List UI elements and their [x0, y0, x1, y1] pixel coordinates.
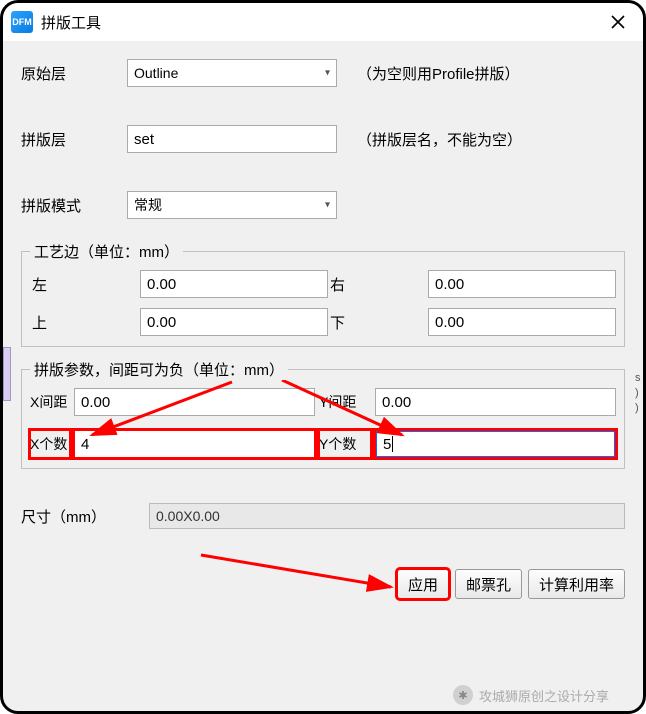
- label-edge-right: 右: [328, 274, 428, 295]
- input-y-count-value: 5: [383, 436, 391, 453]
- legend-panel-params: 拼版参数，间距可为负（单位：mm）: [30, 359, 288, 380]
- input-x-gap-value: 0.00: [81, 394, 110, 411]
- wechat-icon: ✱: [453, 685, 473, 705]
- button-bar: 应用 邮票孔 计算利用率: [21, 569, 625, 599]
- value-size: 0.00X0.00: [149, 503, 625, 529]
- label-edge-bottom: 下: [328, 312, 428, 333]
- dialog-window: s)) DFM 拼版工具 原始层 Outline ▾ （为空则用Profile拼…: [0, 0, 646, 714]
- row-original-layer: 原始层 Outline ▾ （为空则用Profile拼版）: [21, 59, 625, 87]
- label-panel-mode: 拼版模式: [21, 195, 127, 216]
- chevron-down-icon: ▾: [325, 200, 330, 211]
- watermark: ✱ 攻城狮原创之设计分享: [453, 685, 609, 705]
- input-panel-layer-value: set: [134, 131, 154, 148]
- input-x-count[interactable]: 4: [74, 430, 315, 458]
- input-edge-top-value: 0.00: [147, 314, 176, 331]
- input-panel-layer[interactable]: set: [127, 125, 337, 153]
- input-y-gap[interactable]: 0.00: [375, 388, 616, 416]
- window-title: 拼版工具: [41, 12, 101, 33]
- label-x-gap: X间距: [30, 392, 70, 412]
- input-edge-top[interactable]: 0.00: [140, 308, 328, 336]
- input-edge-right[interactable]: 0.00: [428, 270, 616, 298]
- close-button[interactable]: [597, 6, 639, 38]
- text-cursor: [392, 436, 393, 452]
- label-size: 尺寸（mm）: [21, 506, 149, 527]
- watermark-text: 攻城狮原创之设计分享: [479, 686, 609, 705]
- label-y-count: Y个数: [319, 430, 371, 458]
- hint-original-layer: （为空则用Profile拼版）: [357, 63, 520, 84]
- input-edge-right-value: 0.00: [435, 276, 464, 293]
- app-icon: DFM: [11, 11, 33, 33]
- combo-original-layer-value: Outline: [134, 65, 178, 81]
- input-edge-bottom-value: 0.00: [435, 314, 464, 331]
- label-original-layer: 原始层: [21, 63, 127, 84]
- label-y-gap: Y间距: [319, 392, 371, 412]
- input-edge-left-value: 0.00: [147, 276, 176, 293]
- legend-process-edge: 工艺边（单位：mm）: [30, 241, 183, 262]
- row-size: 尺寸（mm） 0.00X0.00: [21, 503, 625, 529]
- input-y-gap-value: 0.00: [382, 394, 411, 411]
- row-panel-layer: 拼版层 set （拼版层名，不能为空）: [21, 125, 625, 153]
- combo-original-layer[interactable]: Outline ▾: [127, 59, 337, 87]
- label-x-count: X个数: [30, 430, 70, 458]
- titlebar: DFM 拼版工具: [3, 3, 643, 41]
- input-edge-left[interactable]: 0.00: [140, 270, 328, 298]
- apply-button[interactable]: 应用: [397, 569, 449, 599]
- label-edge-left: 左: [30, 274, 140, 295]
- content-area: 原始层 Outline ▾ （为空则用Profile拼版） 拼版层 set （拼…: [3, 41, 643, 609]
- label-panel-layer: 拼版层: [21, 129, 127, 150]
- input-edge-bottom[interactable]: 0.00: [428, 308, 616, 336]
- group-panel-params: 拼版参数，间距可为负（单位：mm） X间距 0.00 Y间距 0.00 X个数 …: [21, 359, 625, 469]
- hint-panel-layer: （拼版层名，不能为空）: [357, 129, 522, 150]
- stamp-hole-button[interactable]: 邮票孔: [455, 569, 522, 599]
- annotation-arrow-apply: [1, 551, 421, 611]
- close-icon: [611, 15, 625, 29]
- row-panel-mode: 拼版模式 常规 ▾: [21, 191, 625, 219]
- combo-panel-mode-value: 常规: [134, 195, 162, 215]
- calc-usage-button[interactable]: 计算利用率: [528, 569, 625, 599]
- combo-panel-mode[interactable]: 常规 ▾: [127, 191, 337, 219]
- input-y-count[interactable]: 5: [375, 430, 616, 458]
- input-x-count-value: 4: [81, 436, 89, 453]
- label-edge-top: 上: [30, 312, 140, 333]
- group-process-edge: 工艺边（单位：mm） 左 0.00 右 0.00 上 0.00 下 0.00: [21, 241, 625, 347]
- chevron-down-icon: ▾: [325, 68, 330, 79]
- input-x-gap[interactable]: 0.00: [74, 388, 315, 416]
